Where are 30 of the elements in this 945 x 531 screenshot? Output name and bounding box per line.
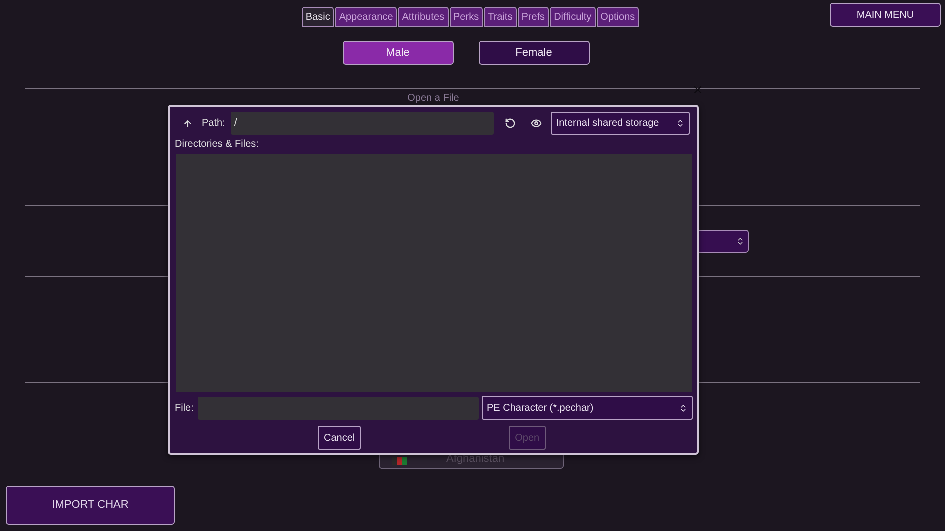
main-menu-button[interactable]: MAIN MENU: [830, 3, 942, 27]
up-arrow-icon: [183, 118, 193, 128]
path-label: Path:: [202, 117, 226, 131]
drive-select[interactable]: Internal shared storage: [551, 112, 690, 135]
filter-select[interactable]: PE Character (*.pechar): [482, 396, 693, 420]
tab[interactable]: Appearance: [335, 7, 398, 27]
tab[interactable]: Options: [596, 7, 640, 27]
file-name-field[interactable]: [198, 396, 479, 420]
close-button[interactable]: [692, 84, 704, 96]
flag-icon: [392, 457, 406, 465]
dropdown-arrow-icon: [736, 237, 745, 246]
dropdown-arrow-icon: [676, 119, 686, 128]
close-icon: [692, 84, 704, 96]
file-label: File:: [175, 402, 195, 416]
eye-icon: [530, 118, 542, 129]
tab[interactable]: Basic: [302, 7, 334, 27]
dialog-title: Open a File: [408, 93, 460, 105]
gender-button[interactable]: Female: [478, 41, 590, 65]
dropdown-arrow-icon: [679, 404, 688, 412]
list-label: Directories & Files:: [175, 138, 260, 151]
path-field[interactable]: /: [231, 112, 494, 135]
refresh-icon: [504, 118, 516, 129]
gender-button[interactable]: Male: [342, 41, 454, 65]
tab[interactable]: Prefs: [518, 7, 550, 27]
import-char-button[interactable]: IMPORT CHAR: [6, 486, 175, 525]
tab[interactable]: Perks: [450, 7, 484, 27]
dialog-button[interactable]: Cancel: [318, 426, 362, 450]
tab[interactable]: Traits: [484, 7, 517, 27]
tab[interactable]: Difficulty: [550, 7, 596, 27]
tab[interactable]: Attributes: [398, 7, 449, 27]
